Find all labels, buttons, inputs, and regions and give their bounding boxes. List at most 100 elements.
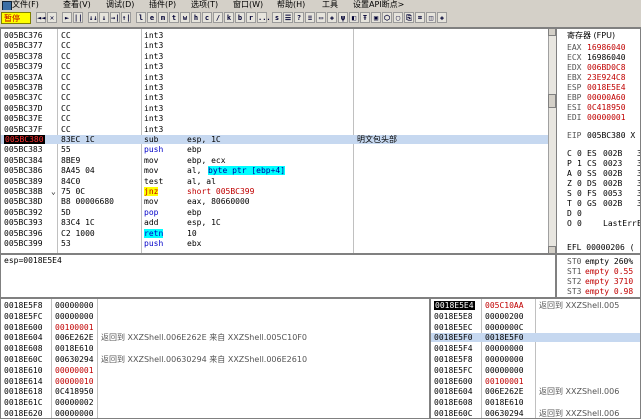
register-row[interactable]: EBP 00000A60 [557,93,640,102]
toolbar-button[interactable]: ↑| [121,12,131,23]
toolbar-button[interactable]: ◈ [437,12,447,23]
stack-row[interactable]: 0018E60C 00630294 返回到 XXZShell.006 [431,409,640,418]
toolbar-button[interactable]: ↓↓ [88,12,98,23]
toolbar-button[interactable]: k [224,12,234,23]
stack-row[interactable]: 0018E5F0 0018E5F0 [431,333,640,343]
toolbar-button[interactable]: || [73,12,83,23]
toolbar-button[interactable]: ◄◄ [36,12,46,23]
disasm-row[interactable]: 005BC37A CC int3 [1,73,549,82]
fpu-row[interactable]: ST0 empty 260% [557,257,640,266]
disasm-row[interactable]: 005BC389 84C0 test al, al [1,177,549,186]
eflags-row[interactable]: EFL 00000206 ( [567,243,640,252]
disasm-row[interactable]: 005BC38B 75 0C jnz short 005BC399 ⌄ [1,187,549,196]
stack-row[interactable]: 0018E5F4 00000000 [431,344,640,353]
toolbar-button[interactable]: ◧ [349,12,359,23]
dump-row[interactable]: 0018E604 006E262E 返回到 XXZShell.006E262E 来自… [1,333,429,342]
menu-item[interactable]: 窗口(W) [233,0,263,10]
toolbar-button[interactable]: c [202,12,212,23]
disasm-row[interactable]: 005BC377 CC int3 [1,41,549,50]
toolbar-button[interactable]: ▢ [393,12,403,23]
fpu-row[interactable]: ST3 empty 0.98 [557,287,640,296]
disasm-row[interactable]: 005BC379 CC int3 [1,62,549,71]
toolbar-button[interactable]: ψ [338,12,348,23]
fpu-row[interactable]: ST1 empty 0.55 [557,267,640,276]
disasm-row[interactable]: 005BC37F CC int3 [1,125,549,134]
disasm-row[interactable]: 005BC384 8BE9 mov ebp, ecx [1,156,549,165]
toolbar-button[interactable]: e [147,12,157,23]
toolbar-button[interactable]: →| [110,12,120,23]
disasm-row[interactable]: 005BC37B CC int3 [1,83,549,92]
menu-item[interactable]: 帮助(H) [277,0,305,10]
toolbar-button[interactable]: / [213,12,223,23]
register-row[interactable]: EDX 006BD0C8 [557,63,640,72]
toolbar-button[interactable]: r [246,12,256,23]
stack-pane[interactable]: 0018E5E4 005C10AA 返回到 XXZShell.005 0018E5E8… [430,298,641,419]
toolbar-button[interactable]: Ŧ [360,12,370,23]
menu-item[interactable]: 查看(V) [63,0,91,10]
stack-row[interactable]: 0018E5FC 00000000 [431,366,640,375]
flag-row[interactable]: A0 SS 002B 3 [557,169,640,178]
disasm-row[interactable]: 005BC37C CC int3 [1,93,549,102]
toolbar-button[interactable]: s [272,12,282,23]
toolbar-button[interactable]: ☰ [283,12,293,23]
registers-pane[interactable]: 寄存器 (FPU) EAX 16986040 ECX 16986040 EDX 006BD… [556,28,641,254]
flag-row[interactable]: S0 FS 0053 3 [557,189,640,198]
scroll-down-button[interactable] [548,246,556,254]
toolbar-button[interactable]: ► [62,12,72,23]
stack-row[interactable]: 0018E600 00100001 [431,377,640,386]
menu-item[interactable]: 设置API断点> [353,0,404,10]
flag-row[interactable]: T0 GS 002B 3 [557,199,640,208]
dump-row[interactable]: 0018E620 00000000 [1,409,429,418]
register-row[interactable]: ESI 0C418950 [557,103,640,112]
menu-item[interactable]: 选项(T) [191,0,218,10]
dump-row[interactable]: 0018E60C 00630294 返回到 XXZShell.00630294 来自… [1,355,429,364]
disasm-row[interactable]: 005BC386 8A45 04 mov al, byte ptr [ebp+4] [1,166,549,176]
register-row[interactable]: EDI 00000001 [557,113,640,122]
disasm-row[interactable]: 005BC383 55 push ebp [1,145,549,154]
toolbar-button[interactable]: b [235,12,245,23]
disasm-row[interactable]: 005BC392 5D pop ebp [1,208,549,217]
dump-row[interactable]: 0018E61C 00000002 [1,398,429,407]
register-row[interactable]: EBX 23E924C8 [557,73,640,82]
toolbar-button[interactable]: ... [257,12,271,23]
stack-row[interactable]: 0018E5E8 00000200 [431,312,640,321]
toolbar-button[interactable]: ⎘ [404,12,414,23]
disasm-row[interactable]: 005BC37E CC int3 [1,114,549,123]
dump-row[interactable]: 0018E610 00000001 [1,366,429,375]
disasm-row[interactable]: 005BC399 53 push ebx [1,239,549,248]
toolbar-button[interactable]: ▣ [371,12,381,23]
dump-row[interactable]: 0018E5F8 00000000 [1,301,429,310]
stack-row[interactable]: 0018E608 0018E610 [431,398,640,407]
flag-row[interactable]: Z0 DS 002B 3 [557,179,640,188]
memory-dump-pane[interactable]: 0018E5F8 00000000 0018E5FC 00000000 0018E600… [0,298,430,419]
stack-row[interactable]: 0018E5EC 0000000C [431,323,640,332]
stack-row[interactable]: 0018E604 006E262E 返回到 XXZShell.006 [431,387,640,396]
stack-row[interactable]: 0018E5E4 005C10AA 返回到 XXZShell.005 [431,301,640,310]
scroll-up-button[interactable] [548,28,556,36]
disasm-row[interactable]: 005BC396 C2 1000 retn 10 [1,228,549,238]
register-row[interactable]: ECX 16986040 [557,53,640,62]
toolbar-button[interactable]: h [191,12,201,23]
fpu-row[interactable]: ST2 empty 3710 [557,277,640,286]
disassembly-scrollbar[interactable] [548,28,556,254]
register-row[interactable]: EAX 16986040 [557,43,640,52]
toolbar-button[interactable]: ⌗ [415,12,425,23]
toolbar-button[interactable]: ◫ [426,12,436,23]
disasm-row[interactable]: 005BC380 83EC 1C sub esp, 1C 明文包头部 [1,135,549,144]
disasm-row[interactable]: 005BC393 83C4 1C add esp, 1C [1,218,549,227]
menu-item[interactable]: 调试(D) [106,0,134,10]
disasm-row[interactable]: 005BC38D B8 00006680 mov eax, 80660000 [1,197,549,206]
dump-row[interactable]: 0018E5FC 00000000 [1,312,429,321]
dump-row[interactable]: 0018E614 00000010 [1,377,429,386]
flag-row[interactable]: P1 CS 0023 3 [557,159,640,168]
disasm-row[interactable]: 005BC37D CC int3 [1,104,549,113]
stack-row[interactable]: 0018E5F8 00000000 [431,355,640,364]
disassembly-pane[interactable]: 005BC376 CC int3 005BC377 CC int3 005BC378 CC in… [0,28,555,254]
flag-row[interactable]: O0 LastErrE [557,219,640,228]
scroll-thumb[interactable] [548,94,556,108]
menu-item[interactable]: 工具 [322,0,338,10]
toolbar-button[interactable]: ◈ [327,12,337,23]
toolbar-button[interactable]: ⬡ [382,12,392,23]
dump-row[interactable]: 0018E600 00100001 [1,323,429,332]
toolbar-button[interactable]: w [180,12,190,23]
